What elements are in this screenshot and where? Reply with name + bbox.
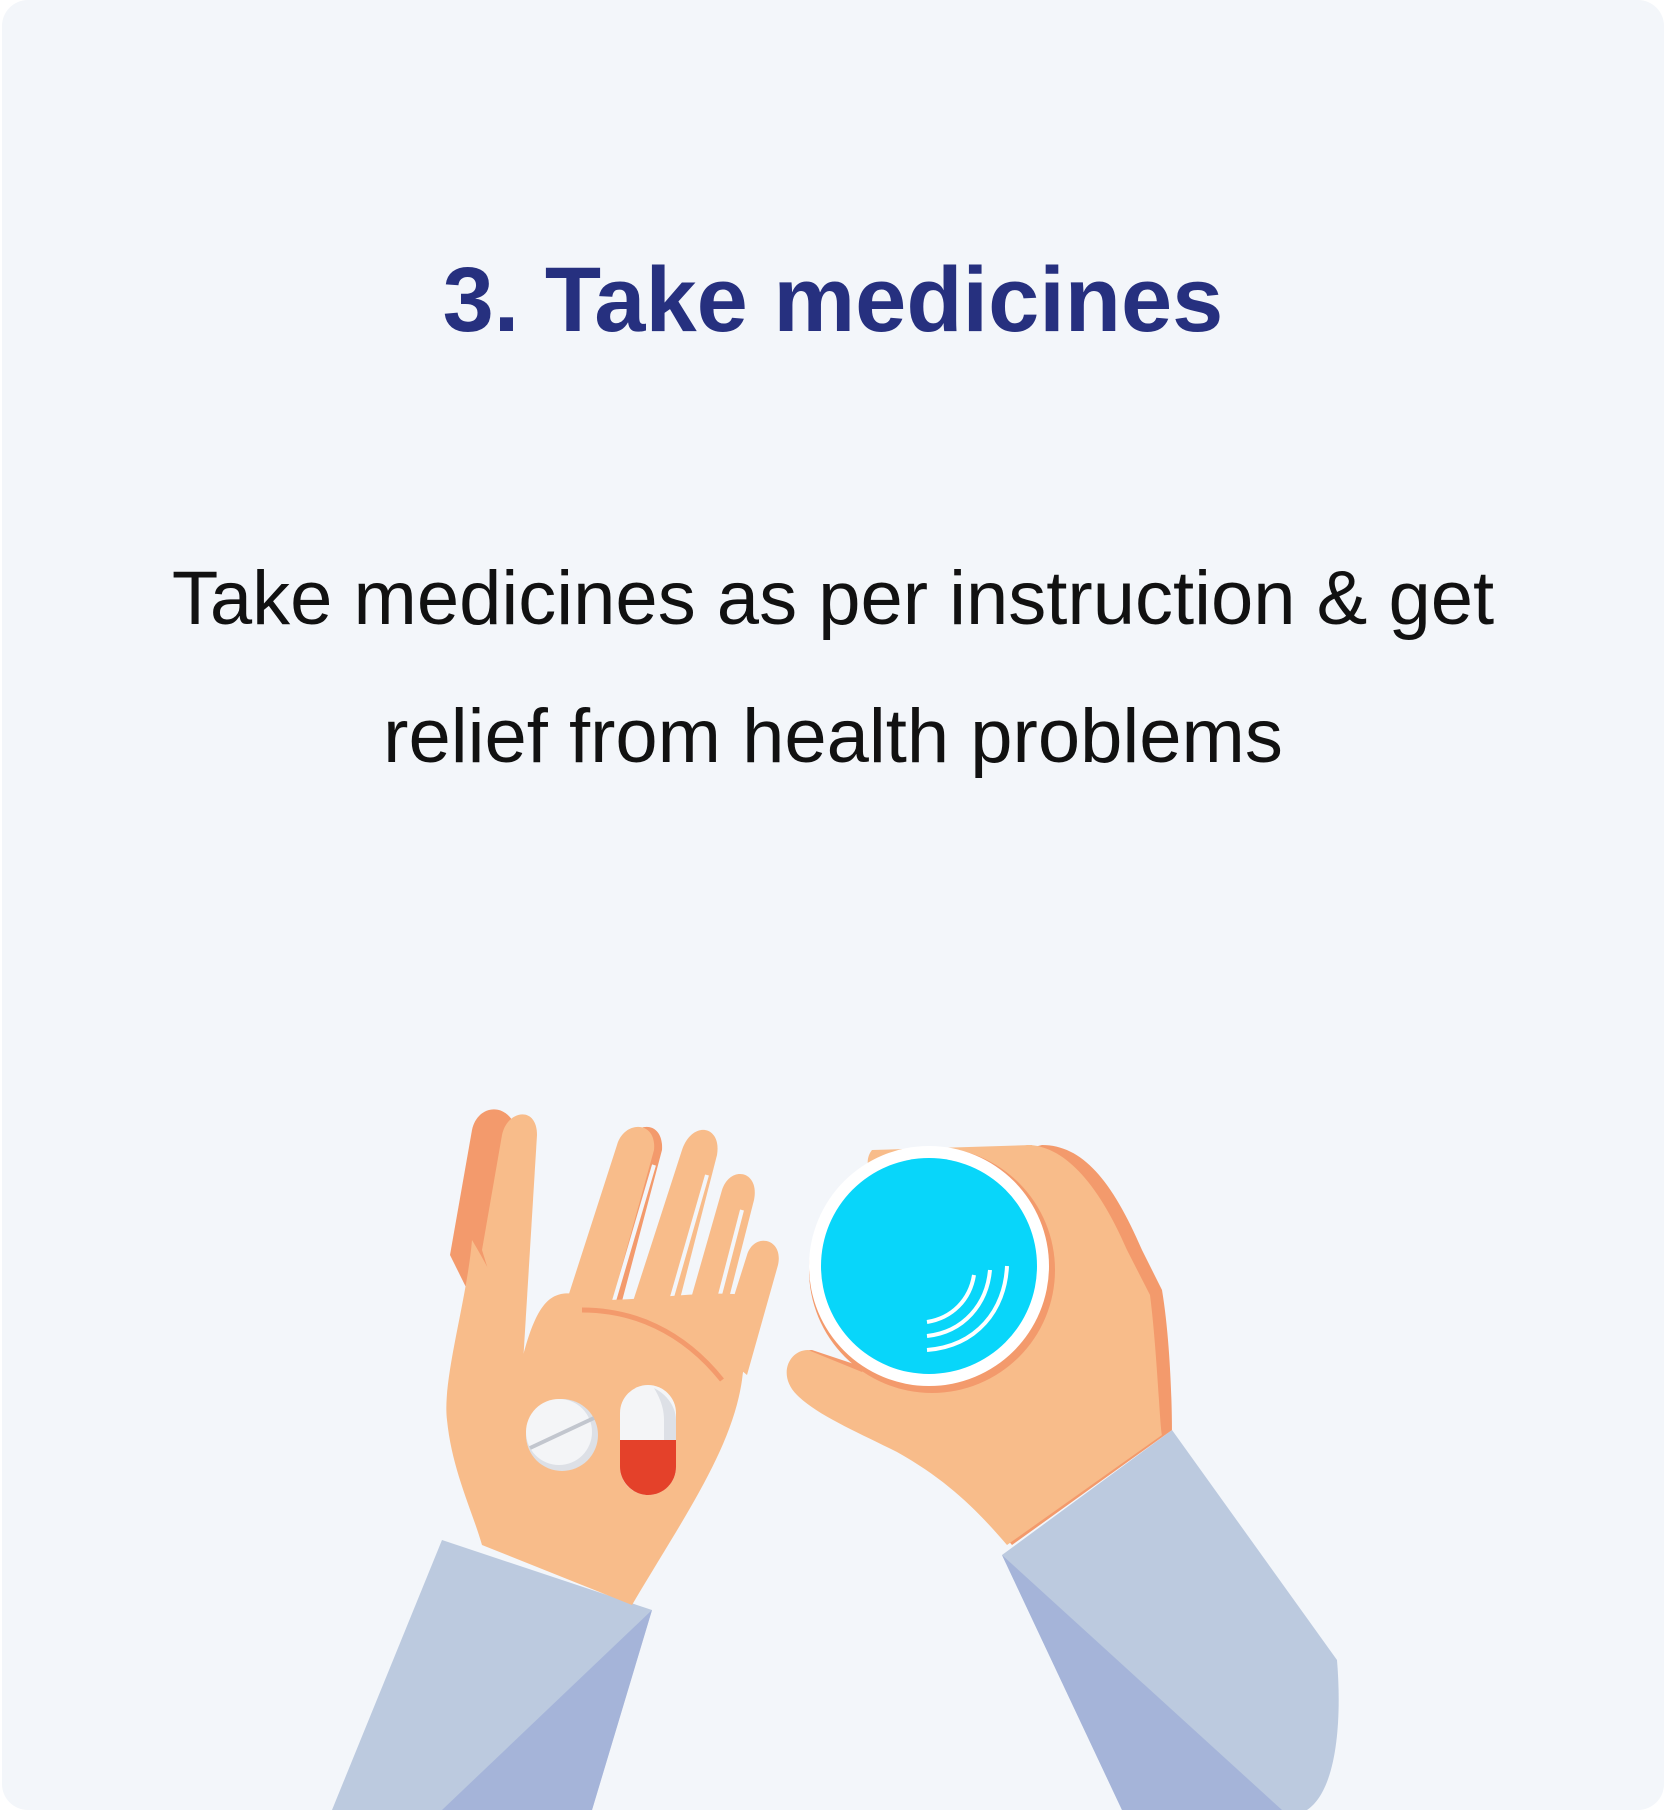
capsule-pill-icon	[620, 1385, 676, 1495]
water-glass-icon	[809, 1146, 1055, 1393]
tablet-pill-icon	[526, 1399, 598, 1471]
medicine-illustration	[332, 1109, 1339, 1810]
info-card: 3. Take medicines Take medicines as per …	[2, 0, 1664, 1810]
open-hand-icon	[332, 1109, 779, 1810]
